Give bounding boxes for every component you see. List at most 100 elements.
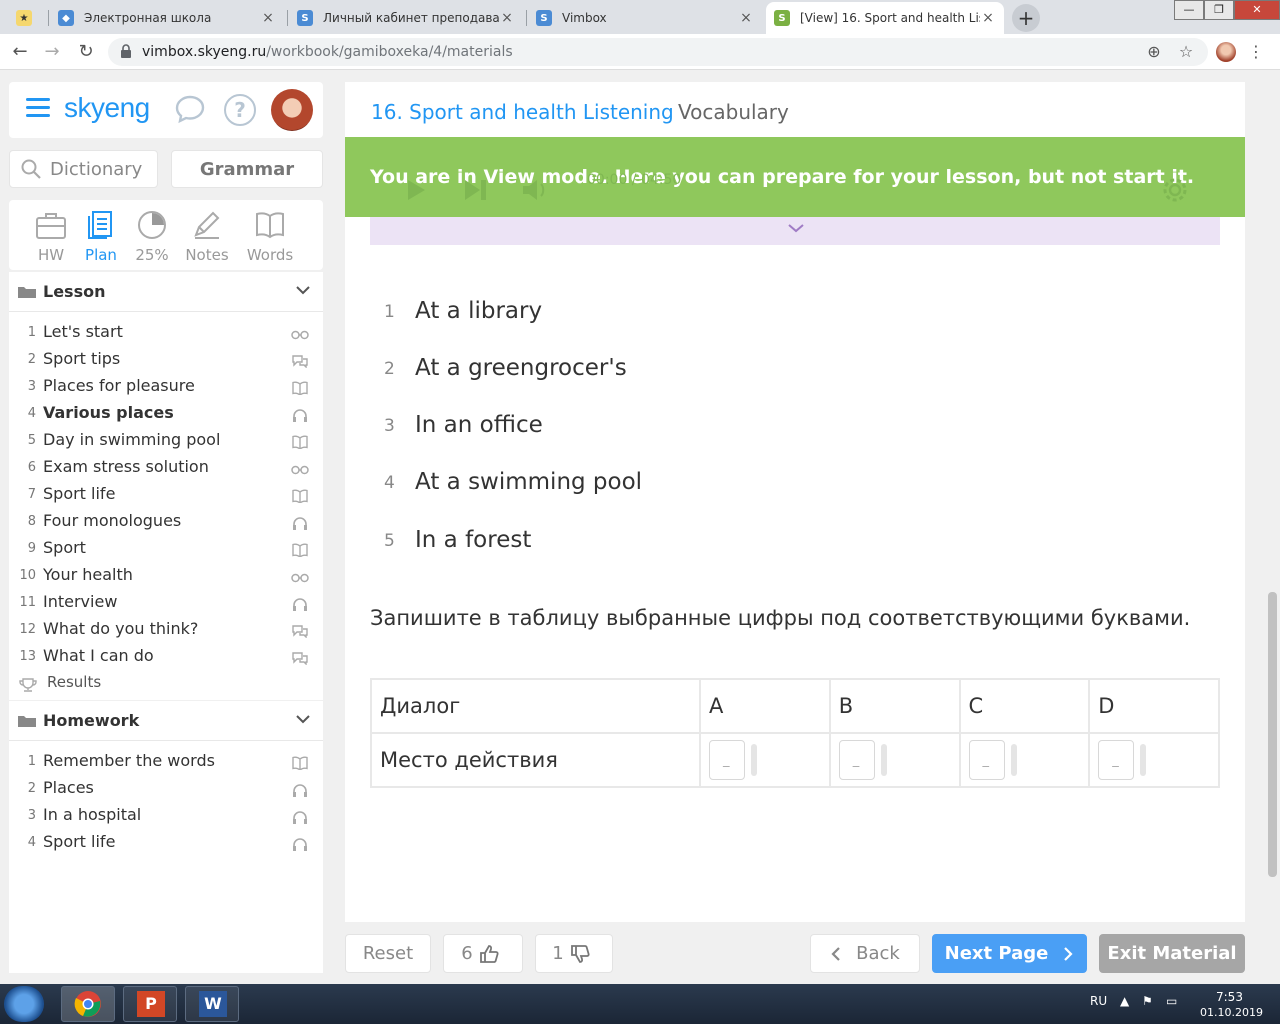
like-button[interactable]: 6 [443,934,523,973]
close-icon[interactable]: × [499,10,515,26]
item-label: Sport life [43,484,116,503]
breadcrumb-title[interactable]: 16. Sport and health Listening [371,100,674,124]
table-cell [828,732,961,788]
lesson-header-label: Lesson [43,282,106,301]
sidebar-item-results[interactable]: Results [9,671,323,698]
answer-input-c[interactable] [968,740,1005,780]
word-taskbar-icon[interactable]: W [185,986,239,1022]
sidebar-item-your-health[interactable]: 10 Your health [9,563,323,590]
url-field[interactable]: vimbox.skyeng.ru/workbook/gamiboxeka/4/m… [108,38,1208,66]
sidebar-item-sport[interactable]: 9 Sport [9,536,323,563]
tab-electronic-school[interactable]: ◆ Электронная школа × [50,2,284,34]
url-domain: vimbox.skyeng.ru [142,44,267,60]
tab-view-lesson[interactable]: S [View] 16. Sport and health Listening … [766,2,1004,34]
bookmark-star-icon[interactable]: ☆ [1176,42,1196,62]
tab-title: Vimbox [562,11,607,25]
network-icon[interactable]: ▭ [1166,994,1177,1008]
powerpoint-taskbar-icon[interactable]: P [123,986,177,1022]
sidebar-item-sport-tips[interactable]: 2 Sport tips [9,347,323,374]
next-page-button[interactable]: Next Page [932,934,1087,973]
tab-vimbox[interactable]: S Vimbox × [528,2,762,34]
dictionary-button[interactable]: Dictionary [9,150,158,188]
sidebar-item-sport-life[interactable]: 4 Sport life [9,830,323,857]
close-icon[interactable]: × [738,10,754,26]
sidebar-item-in-a-hospital[interactable]: 3 In a hospital [9,803,323,830]
speech-icon [291,650,309,666]
windows-start-icon[interactable] [4,986,44,1022]
sidebar-item-remember-the-words[interactable]: 1 Remember the words [9,749,323,776]
tool-notes[interactable]: Notes [177,200,237,264]
headphones-icon [291,836,309,851]
back-button[interactable]: Back [810,934,920,973]
results-label: Results [47,673,102,691]
clock-date[interactable]: 01.10.2019 [1200,1006,1263,1019]
maximize-icon[interactable]: ❐ [1204,0,1234,20]
zoom-icon[interactable]: ⊕ [1144,42,1164,62]
user-avatar[interactable] [271,89,313,131]
tool-words[interactable]: Words [240,200,300,264]
close-icon[interactable]: × [980,10,996,26]
browser-profile-avatar[interactable] [1216,42,1236,62]
sidebar-item-various-places[interactable]: 4 Various places [9,401,323,428]
forward-arrow-icon[interactable]: → [40,40,64,64]
sidebar-item-places-for-pleasure[interactable]: 3 Places for pleasure [9,374,323,401]
sidebar-item-what-i-can-do[interactable]: 13 What I can do [9,644,323,671]
homework-section-header[interactable]: Homework [9,701,323,741]
table-cell [699,732,831,788]
sidebar-item-interview[interactable]: 11 Interview [9,590,323,617]
volume-icon[interactable] [521,178,551,202]
minimize-icon[interactable]: — [1174,0,1204,20]
language-indicator[interactable]: RU [1090,994,1107,1008]
sidebar-item-day-in-swimming-pool[interactable]: 5 Day in swimming pool [9,428,323,455]
glasses-icon [291,326,309,340]
chat-bubble-icon[interactable] [174,94,206,124]
dislike-count: 1 [552,943,564,964]
window-close-icon[interactable]: ✕ [1234,0,1280,20]
new-tab-button[interactable]: + [1012,4,1040,32]
reload-icon[interactable]: ↻ [74,40,98,64]
exit-material-button[interactable]: Exit Material [1099,934,1245,973]
clock-time[interactable]: 7:53 [1216,990,1243,1004]
help-icon[interactable]: ? [224,94,256,126]
grammar-button[interactable]: Grammar [171,150,323,188]
sidebar-item-what-do-you-think[interactable]: 12 What do you think? [9,617,323,644]
dislike-button[interactable]: 1 [535,934,613,973]
scrollbar-thumb[interactable] [1268,592,1277,877]
gear-icon[interactable] [1161,176,1189,204]
sidebar-item-places[interactable]: 2 Places [9,776,323,803]
item-number: 4 [27,406,36,421]
item-number: 10 [19,568,36,583]
tab-school[interactable]: ★ [8,2,48,34]
skyeng-logo[interactable]: skyeng [64,92,150,124]
answer-input-b[interactable] [838,740,875,780]
play-icon[interactable] [405,178,427,202]
reset-button[interactable]: Reset [345,934,431,973]
item-number: 1 [27,325,36,340]
breadcrumb-section[interactable]: Vocabulary [678,100,789,124]
tool-label: Words [246,246,294,264]
flag-icon[interactable]: ⚑ [1142,994,1153,1008]
hamburger-menu-icon[interactable] [26,98,50,118]
sidebar-item-four-monologues[interactable]: 8 Four monologues [9,509,323,536]
browser-menu-icon[interactable]: ⋮ [1246,42,1266,62]
table-cell: Диалог [370,678,701,734]
folder-icon [18,286,36,298]
sidebar-item-let-s-start[interactable]: 1 Let's start [9,320,323,347]
table-cell [958,732,1091,788]
skip-icon[interactable] [463,178,489,202]
table-row: Место действия [370,732,1220,788]
sidebar-item-exam-stress-solution[interactable]: 6 Exam stress solution [9,455,323,482]
answer-input-d[interactable] [1098,740,1135,780]
tool-progress[interactable]: 25% [122,200,182,264]
chrome-taskbar-icon[interactable] [61,986,115,1022]
back-arrow-icon[interactable]: ← [8,40,32,64]
sidebar-item-sport-life[interactable]: 7 Sport life [9,482,323,509]
lesson-section-header[interactable]: Lesson [9,272,323,312]
exercise-collapse-bar[interactable] [370,217,1220,245]
powerpoint-icon: P [137,991,165,1017]
answer-input-a[interactable] [709,740,745,780]
close-icon[interactable]: × [260,10,276,26]
table-row: Диалог A B C D [370,678,1220,734]
tab-teacher-cabinet[interactable]: S Личный кабинет преподавателя × [289,2,523,34]
tray-arrow-icon[interactable]: ▲ [1120,994,1129,1008]
